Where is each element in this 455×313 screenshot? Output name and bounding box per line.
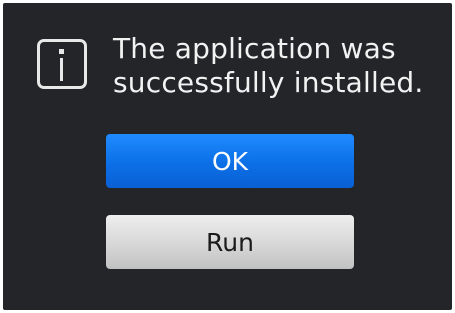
ok-button[interactable]: OK bbox=[106, 134, 354, 188]
run-button-label: Run bbox=[206, 227, 254, 257]
dialog-message-line-1: The application was bbox=[113, 32, 396, 65]
info-icon-dot bbox=[59, 49, 64, 54]
info-icon bbox=[37, 39, 87, 89]
run-button[interactable]: Run bbox=[106, 215, 354, 269]
dialog-message-line-2: successfully installed. bbox=[113, 66, 424, 99]
ok-button-label: OK bbox=[211, 146, 249, 176]
install-complete-dialog: The application was successfully install… bbox=[3, 3, 452, 310]
info-icon-stem bbox=[60, 58, 63, 81]
dialog-message: The application was successfully install… bbox=[113, 32, 448, 100]
